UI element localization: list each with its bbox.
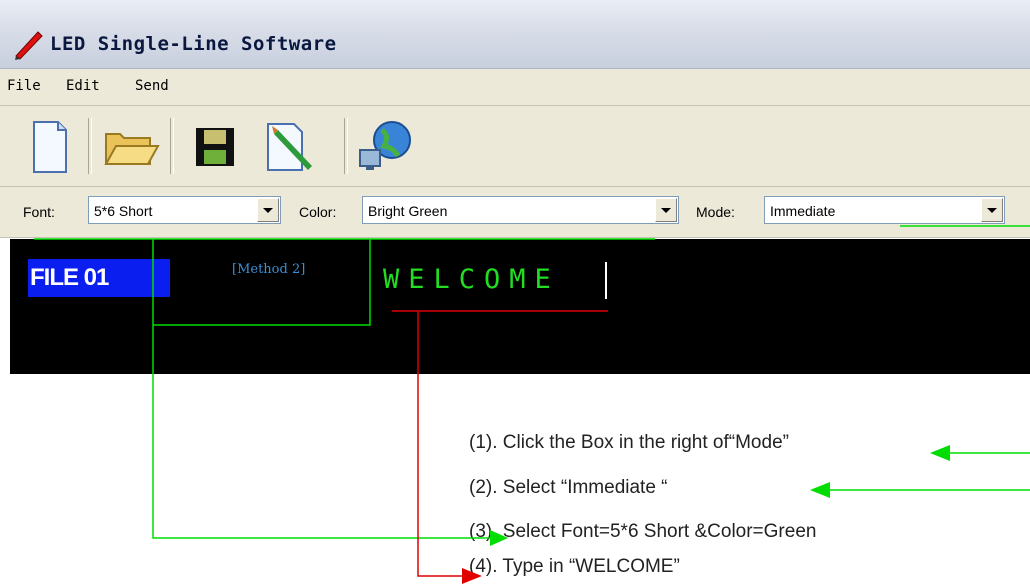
green-annotation-lines: [34, 225, 1030, 539]
green-arrowheads: [490, 445, 950, 546]
arrow-icon: [490, 530, 508, 546]
annotation-overlay: [34, 225, 1030, 584]
arrow-icon: [462, 568, 482, 584]
arrow-icon: [930, 445, 950, 461]
arrow-icon: [810, 482, 830, 498]
